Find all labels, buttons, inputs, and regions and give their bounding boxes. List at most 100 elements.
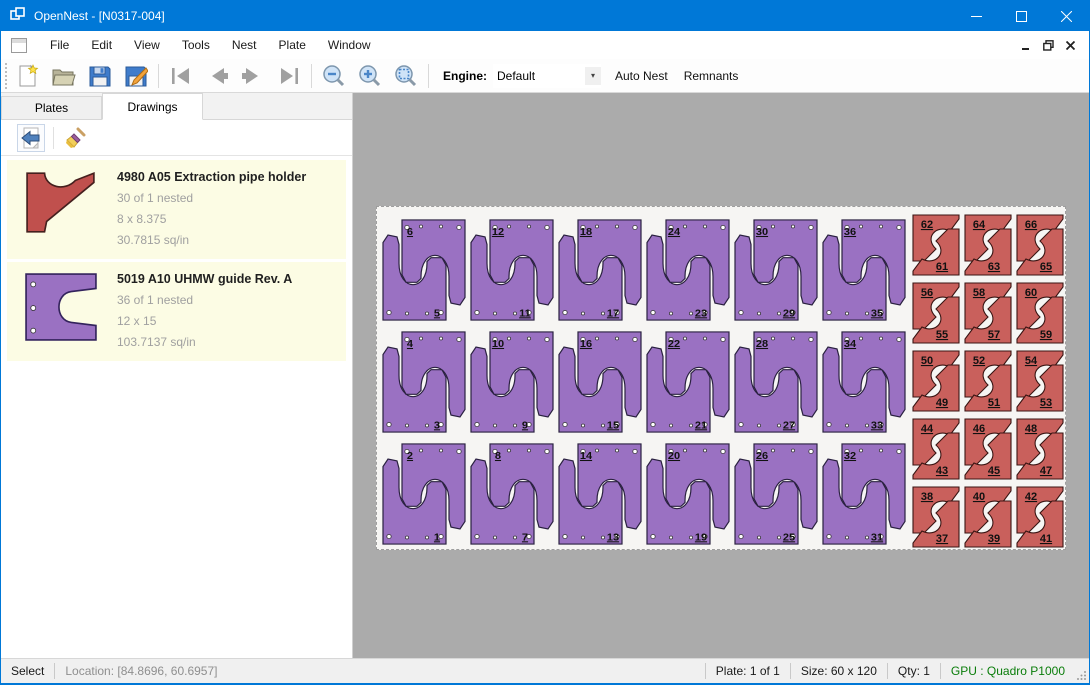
nested-part-pair-purple[interactable]: 1615 — [556, 330, 644, 434]
svg-text:51: 51 — [988, 397, 1000, 409]
previous-plate-button[interactable] — [199, 61, 235, 91]
mdi-close-icon[interactable] — [1059, 35, 1081, 55]
nested-part-pair-red[interactable]: 5857 — [962, 280, 1014, 346]
svg-text:43: 43 — [936, 465, 948, 477]
nested-part-pair-purple[interactable]: 21 — [380, 442, 468, 546]
nested-part-pair-purple[interactable]: 2019 — [644, 442, 732, 546]
save-as-button[interactable] — [118, 61, 154, 91]
menu-nest[interactable]: Nest — [221, 33, 268, 57]
tab-plates[interactable]: Plates — [1, 96, 102, 119]
nested-part-pair-purple[interactable]: 2625 — [732, 442, 820, 546]
nest-canvas[interactable]: 65 1211 1817 2423 3029 3635 43 109 1615 … — [353, 93, 1089, 658]
nested-part-pair-red[interactable]: 5049 — [910, 348, 962, 414]
svg-text:55: 55 — [936, 329, 948, 341]
save-button[interactable] — [82, 61, 118, 91]
remnants-button[interactable]: Remnants — [676, 63, 747, 89]
status-size: Size: 60 x 120 — [791, 664, 887, 678]
nested-part-pair-red[interactable]: 6665 — [1014, 212, 1066, 278]
menu-plate[interactable]: Plate — [268, 33, 317, 57]
svg-text:46: 46 — [973, 423, 985, 435]
nested-part-pair-purple[interactable]: 87 — [468, 442, 556, 546]
engine-select[interactable]: Default ▾ — [493, 64, 601, 88]
open-file-button[interactable] — [46, 61, 82, 91]
svg-text:32: 32 — [844, 450, 856, 462]
toolbar-grip[interactable] — [3, 63, 10, 89]
zoom-fit-button[interactable] — [388, 61, 424, 91]
drawing-item[interactable]: 5019 A10 UHMW guide Rev. A 36 of 1 neste… — [7, 262, 346, 361]
mdi-minimize-icon[interactable] — [1015, 35, 1037, 55]
zoom-in-button[interactable] — [352, 61, 388, 91]
zoom-out-button[interactable] — [316, 61, 352, 91]
nested-part-pair-purple[interactable]: 2827 — [732, 330, 820, 434]
clear-drawings-broom-icon[interactable] — [62, 124, 90, 152]
minimize-button[interactable] — [954, 1, 999, 31]
close-button[interactable] — [1044, 1, 1089, 31]
nested-part-pair-purple[interactable]: 3029 — [732, 218, 820, 322]
svg-text:30: 30 — [756, 226, 768, 238]
first-plate-button[interactable] — [163, 61, 199, 91]
nested-part-pair-red[interactable]: 4241 — [1014, 484, 1066, 550]
drawing-thumbnail-red — [13, 168, 109, 251]
new-file-button[interactable] — [10, 61, 46, 91]
drawing-area: 103.7137 sq/in — [117, 332, 340, 353]
svg-text:66: 66 — [1025, 219, 1037, 231]
svg-text:2: 2 — [407, 450, 413, 462]
nested-part-pair-red[interactable]: 4847 — [1014, 416, 1066, 482]
nested-part-pair-red[interactable]: 6463 — [962, 212, 1014, 278]
svg-text:7: 7 — [522, 532, 528, 544]
tab-drawings[interactable]: Drawings — [102, 93, 203, 120]
svg-text:5: 5 — [434, 308, 440, 320]
app-icon — [10, 6, 26, 27]
plate-sheet[interactable]: 65 1211 1817 2423 3029 3635 43 109 1615 … — [376, 206, 1066, 550]
menu-tools[interactable]: Tools — [171, 33, 221, 57]
svg-text:64: 64 — [973, 219, 986, 231]
menu-window[interactable]: Window — [317, 33, 382, 57]
resize-grip-icon[interactable] — [1075, 659, 1089, 683]
nested-part-pair-red[interactable]: 5251 — [962, 348, 1014, 414]
nested-part-pair-red[interactable]: 4039 — [962, 484, 1014, 550]
drawing-item[interactable]: 4980 A05 Extraction pipe holder 30 of 1 … — [7, 160, 346, 259]
mdi-restore-icon[interactable] — [1037, 35, 1059, 55]
nested-part-pair-purple[interactable]: 3635 — [820, 218, 908, 322]
nested-part-pair-purple[interactable]: 43 — [380, 330, 468, 434]
svg-text:9: 9 — [522, 420, 528, 432]
nested-part-pair-red[interactable]: 3837 — [910, 484, 962, 550]
nested-part-pair-red[interactable]: 44 43 — [910, 416, 962, 482]
nested-part-pair-purple[interactable]: 1413 — [556, 442, 644, 546]
nested-part-pair-purple[interactable]: 1211 — [468, 218, 556, 322]
drawings-toolbar — [1, 120, 352, 156]
svg-text:34: 34 — [844, 338, 856, 350]
nested-part-pair-red[interactable]: 5453 — [1014, 348, 1066, 414]
maximize-button[interactable] — [999, 1, 1044, 31]
nested-part-pair-purple[interactable]: 1817 — [556, 218, 644, 322]
document-icon[interactable] — [11, 38, 27, 53]
svg-text:13: 13 — [607, 532, 619, 544]
svg-text:19: 19 — [695, 532, 707, 544]
chevron-down-icon[interactable]: ▾ — [585, 67, 601, 85]
nested-part-pair-purple[interactable]: 3231 — [820, 442, 908, 546]
svg-text:54: 54 — [1025, 355, 1038, 367]
auto-nest-button[interactable]: Auto Nest — [607, 63, 676, 89]
menu-edit[interactable]: Edit — [80, 33, 123, 57]
nested-part-pair-purple[interactable]: 65 — [380, 218, 468, 322]
nested-part-pair-red[interactable]: 5655 — [910, 280, 962, 346]
last-plate-button[interactable] — [271, 61, 307, 91]
next-plate-button[interactable] — [235, 61, 271, 91]
nested-part-pair-red[interactable]: 4645 — [962, 416, 1014, 482]
svg-text:4: 4 — [407, 338, 413, 350]
menu-view[interactable]: View — [123, 33, 171, 57]
menu-file[interactable]: File — [39, 33, 80, 57]
engine-value: Default — [493, 69, 585, 83]
nested-part-pair-purple[interactable]: 2423 — [644, 218, 732, 322]
svg-text:27: 27 — [783, 420, 795, 432]
nested-part-pair-purple[interactable]: 2221 — [644, 330, 732, 434]
nested-part-pair-purple[interactable]: 3433 — [820, 330, 908, 434]
import-drawing-button[interactable] — [17, 124, 45, 152]
svg-text:36: 36 — [844, 226, 856, 238]
svg-text:59: 59 — [1040, 329, 1052, 341]
svg-text:44: 44 — [921, 423, 934, 435]
nested-part-pair-red[interactable]: 6059 — [1014, 280, 1066, 346]
status-qty: Qty: 1 — [888, 664, 940, 678]
nested-part-pair-red[interactable]: 6261 — [910, 212, 962, 278]
nested-part-pair-purple[interactable]: 109 — [468, 330, 556, 434]
